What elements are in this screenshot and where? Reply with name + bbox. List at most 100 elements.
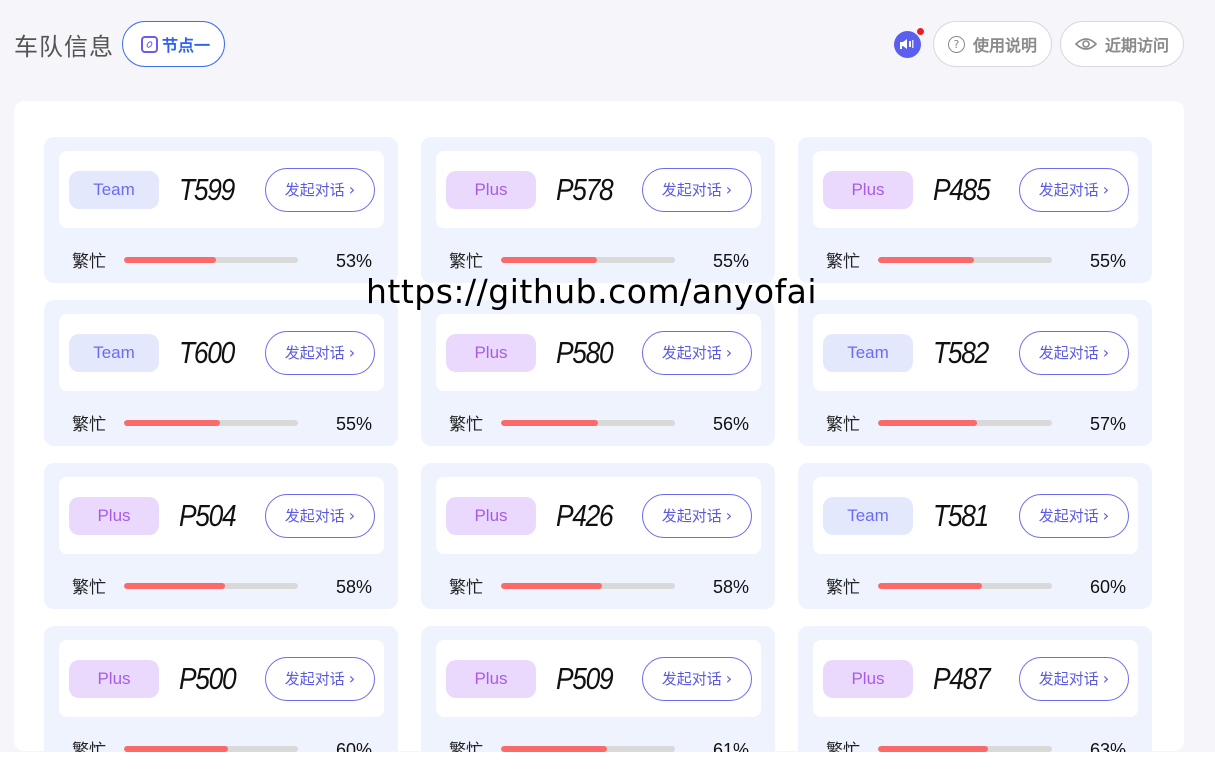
start-chat-label: 发起对话 [284,507,345,525]
busy-label: 繁忙 [449,415,483,435]
start-chat-button[interactable]: 发起对话 › [1019,330,1129,375]
busy-progress-fill [501,256,597,263]
eye-icon [1074,38,1097,50]
fleet-card: Team T582 发起对话 › 繁忙 57% [798,300,1152,446]
chevron-right-icon: › [1102,506,1110,525]
card-header: Plus P509 发起对话 › [436,640,761,717]
busy-row: 繁忙 56% [449,410,749,435]
fleet-code: P580 [556,334,614,370]
node-label: 节点一 [162,36,211,55]
chevron-right-icon: › [725,669,733,688]
fleet-card: Plus P578 发起对话 › 繁忙 55% [421,137,775,283]
start-chat-label: 发起对话 [1038,344,1099,362]
start-chat-button[interactable]: 发起对话 › [642,656,752,701]
busy-percent: 56% [712,414,749,434]
start-chat-button[interactable]: 发起对话 › [265,330,375,375]
tier-badge: Team [823,496,913,535]
start-chat-button[interactable]: 发起对话 › [265,167,375,212]
chevron-right-icon: › [1102,669,1110,688]
fleet-code: P485 [933,171,991,207]
tier-badge: Team [823,333,913,372]
busy-row: 繁忙 55% [449,247,749,272]
tier-badge: Plus [823,659,913,698]
busy-percent: 57% [1089,414,1126,434]
start-chat-button[interactable]: 发起对话 › [1019,167,1129,212]
fleet-code: P500 [179,660,237,696]
start-chat-button[interactable]: 发起对话 › [642,330,752,375]
fleet-panel: Team T599 发起对话 › 繁忙 53% Plus P578 发起对话 ›… [14,101,1184,772]
busy-percent: 58% [335,577,372,597]
announcement-button[interactable] [893,27,924,58]
fleet-code: P426 [556,497,614,533]
busy-progress-bar [124,745,298,752]
fleet-card: Plus P500 发起对话 › 繁忙 60% [44,626,398,772]
start-chat-label: 发起对话 [284,344,345,362]
busy-progress-fill [124,582,225,589]
start-chat-button[interactable]: 发起对话 › [1019,656,1129,701]
card-header: Plus P487 发起对话 › [813,640,1138,717]
fleet-card: Plus P426 发起对话 › 繁忙 58% [421,463,775,609]
card-header: Plus P485 发起对话 › [813,151,1138,228]
header-tools: ? 使用说明 近期访问 [893,21,1184,67]
chevron-right-icon: › [725,343,733,362]
busy-row: 繁忙 55% [826,247,1126,272]
fleet-card: Plus P509 发起对话 › 繁忙 61% [421,626,775,772]
fleet-code: T581 [933,497,989,533]
help-button[interactable]: ? 使用说明 [932,21,1052,67]
tier-badge: Plus [69,496,159,535]
fleet-grid: Team T599 发起对话 › 繁忙 53% Plus P578 发起对话 ›… [44,137,1152,772]
busy-percent: 60% [1089,577,1126,597]
busy-label: 繁忙 [826,578,860,598]
help-label: 使用说明 [972,36,1037,55]
tier-badge: Team [69,333,159,372]
card-header: Team T600 发起对话 › [59,314,384,391]
busy-progress-bar [501,256,675,263]
busy-progress-fill [878,419,978,426]
busy-percent: 58% [712,577,749,597]
busy-label: 繁忙 [72,578,106,598]
start-chat-button[interactable]: 发起对话 › [265,493,375,538]
busy-progress-bar [501,419,675,426]
chevron-right-icon: › [725,180,733,199]
chevron-right-icon: › [348,506,356,525]
start-chat-label: 发起对话 [661,344,722,362]
start-chat-label: 发起对话 [284,670,345,688]
start-chat-label: 发起对话 [661,181,722,199]
busy-label: 繁忙 [826,415,860,435]
busy-label: 繁忙 [72,415,106,435]
node-selector-button[interactable]: 节点一 [122,21,226,67]
fleet-card: Plus P580 发起对话 › 繁忙 56% [421,300,775,446]
start-chat-button[interactable]: 发起对话 › [642,167,752,212]
busy-progress-bar [501,582,675,589]
busy-progress-fill [501,745,608,752]
card-header: Team T582 发起对话 › [813,314,1138,391]
busy-progress-bar [124,256,298,263]
busy-percent: 55% [1089,251,1126,271]
start-chat-label: 发起对话 [1038,181,1099,199]
recent-visits-button[interactable]: 近期访问 [1059,21,1184,67]
busy-progress-bar [878,256,1052,263]
megaphone-icon [900,39,914,49]
busy-row: 繁忙 58% [449,573,749,598]
fleet-code: T582 [933,334,989,370]
fleet-code: T599 [179,171,235,207]
busy-percent: 53% [335,251,372,271]
busy-progress-fill [878,256,974,263]
busy-progress-bar [878,582,1052,589]
busy-label: 繁忙 [826,252,860,272]
busy-row: 繁忙 60% [826,573,1126,598]
start-chat-label: 发起对话 [661,670,722,688]
start-chat-button[interactable]: 发起对话 › [642,493,752,538]
start-chat-button[interactable]: 发起对话 › [1019,493,1129,538]
watermark-text: https://github.com/anyofai [366,272,818,311]
fleet-card: Team T600 发起对话 › 繁忙 55% [44,300,398,446]
tier-badge: Plus [823,170,913,209]
busy-progress-fill [878,582,983,589]
tier-badge: Plus [69,659,159,698]
busy-progress-bar [878,419,1052,426]
start-chat-button[interactable]: 发起对话 › [265,656,375,701]
busy-progress-bar [501,745,675,752]
busy-progress-fill [124,745,229,752]
tier-badge: Plus [446,333,536,372]
busy-label: 繁忙 [449,252,483,272]
